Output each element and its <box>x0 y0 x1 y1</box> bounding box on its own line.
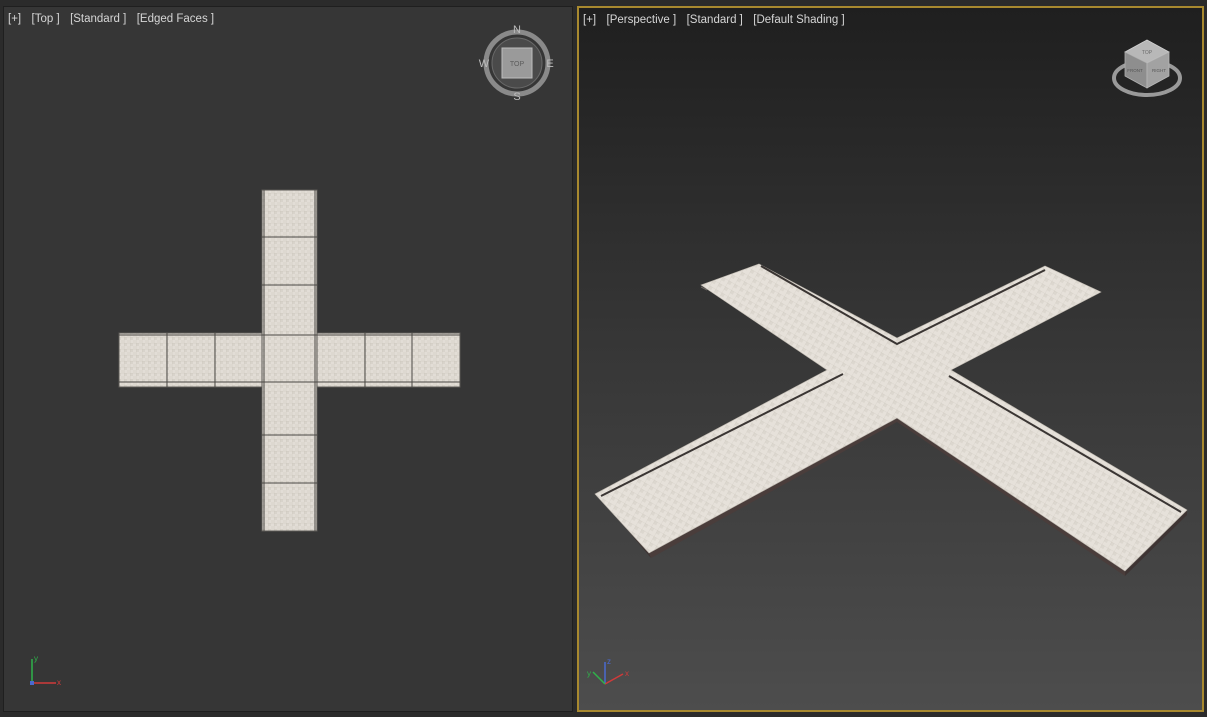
viewport-top[interactable]: [+] [Top ] [Standard ] [Edged Faces ] TO… <box>3 6 573 712</box>
cross-road-mesh-perspective[interactable] <box>594 263 1188 576</box>
viewport-perspective[interactable]: [+] [Perspective ] [Standard ] [Default … <box>577 6 1204 712</box>
perspective-scene <box>594 263 1188 576</box>
cross-road-mesh-top[interactable] <box>118 189 461 532</box>
top-view-scene <box>118 189 461 532</box>
